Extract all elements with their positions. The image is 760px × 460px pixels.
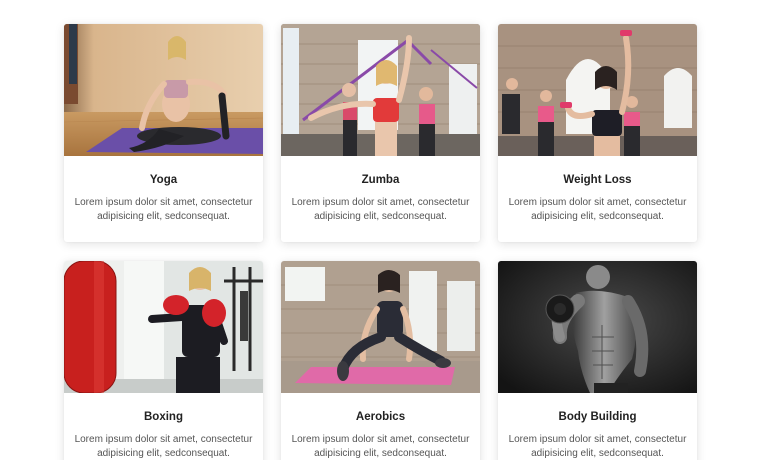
card-title: Weight Loss xyxy=(563,174,632,186)
card-description: Lorem ipsum dolor sit amet, consectetur … xyxy=(291,197,470,222)
yoga-photo xyxy=(64,24,263,156)
woman-stretching-mat-photo xyxy=(281,261,480,393)
card-description: Lorem ipsum dolor sit amet, consectetur … xyxy=(508,434,687,459)
card-description: Lorem ipsum dolor sit amet, consectetur … xyxy=(508,197,687,222)
card-title: Body Building xyxy=(558,411,637,423)
class-card-aerobics[interactable]: Aerobics Lorem ipsum dolor sit amet, con… xyxy=(281,261,480,460)
zumba-photo xyxy=(281,24,480,156)
woman-yoga-pose-photo xyxy=(64,24,263,156)
card-description: Lorem ipsum dolor sit amet, consectetur … xyxy=(74,197,253,222)
class-card-yoga[interactable]: Yoga Lorem ipsum dolor sit amet, consect… xyxy=(64,24,263,242)
class-card-boxing[interactable]: Boxing Lorem ipsum dolor sit amet, conse… xyxy=(64,261,263,460)
card-description: Lorem ipsum dolor sit amet, consectetur … xyxy=(291,434,470,459)
card-title: Aerobics xyxy=(355,411,406,423)
women-resistance-band-class-photo xyxy=(281,24,480,156)
card-title: Boxing xyxy=(144,411,183,423)
card-title: Zumba xyxy=(361,174,400,186)
aerobics-photo xyxy=(281,261,480,393)
boxing-photo xyxy=(64,261,263,393)
class-card-body-building[interactable]: Body Building Lorem ipsum dolor sit amet… xyxy=(498,261,697,460)
card-title: Yoga xyxy=(149,174,178,186)
man-dumbbell-curl-photo xyxy=(498,261,697,393)
class-card-weight-loss[interactable]: Weight Loss Lorem ipsum dolor sit amet, … xyxy=(498,24,697,242)
class-card-zumba[interactable]: Zumba Lorem ipsum dolor sit amet, consec… xyxy=(281,24,480,242)
classes-grid: Yoga Lorem ipsum dolor sit amet, consect… xyxy=(0,0,760,460)
woman-boxing-gloves-photo xyxy=(64,261,263,393)
women-dumbbell-class-photo xyxy=(498,24,697,156)
body-building-photo xyxy=(498,261,697,393)
card-description: Lorem ipsum dolor sit amet, consectetur … xyxy=(74,434,253,459)
weight-loss-photo xyxy=(498,24,697,156)
